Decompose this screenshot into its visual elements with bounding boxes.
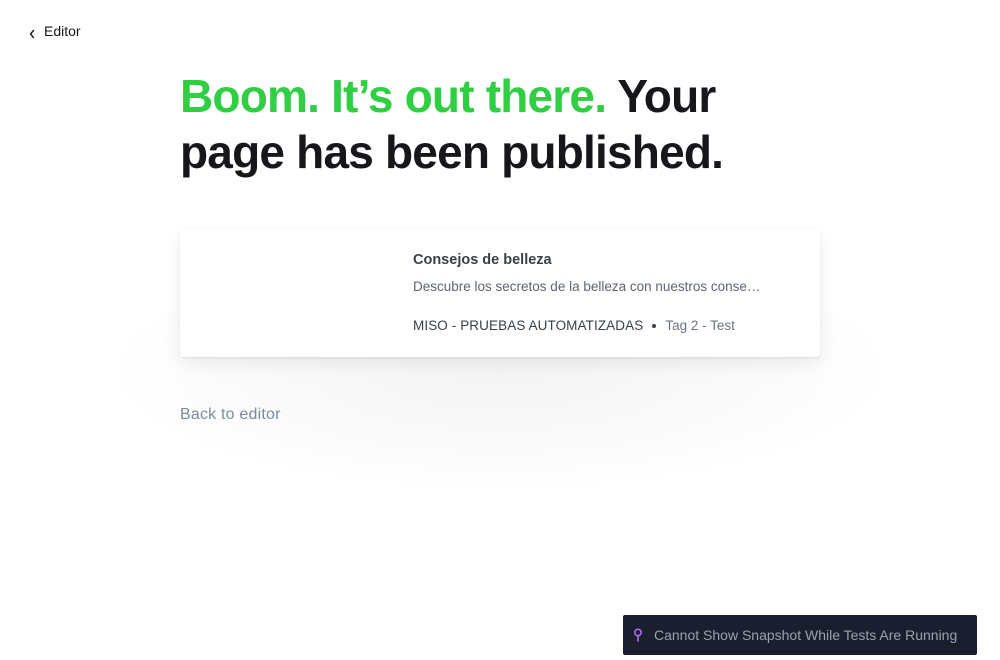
snapshot-notice: Cannot Show Snapshot While Tests Are Run…: [623, 615, 977, 655]
site-name: MISO - PRUEBAS AUTOMATIZADAS: [413, 318, 644, 333]
back-to-editor-nav[interactable]: Editor: [28, 23, 81, 39]
post-excerpt: Descubre los secretos de la belleza con …: [413, 279, 761, 294]
back-nav-label: Editor: [44, 23, 81, 39]
publish-confirmation-page: Editor Boom. It’s out there. Your page h…: [0, 0, 1000, 660]
pin-icon: [633, 628, 643, 642]
page-title: Boom. It’s out there. Your page has been…: [180, 68, 820, 180]
post-meta: MISO - PRUEBAS AUTOMATIZADAS Tag 2 - Tes…: [413, 318, 735, 333]
meta-separator-dot: [652, 323, 657, 328]
post-thumbnail: [180, 230, 395, 357]
headline-highlight: Boom. It’s out there.: [180, 70, 607, 122]
published-post-card[interactable]: Consejos de belleza Descubre los secreto…: [180, 230, 820, 357]
post-tags: Tag 2 - Test: [665, 318, 735, 333]
chevron-left-icon: [28, 26, 36, 39]
post-title: Consejos de belleza: [413, 252, 552, 268]
back-to-editor-link[interactable]: Back to editor: [180, 406, 281, 424]
snapshot-notice-text: Cannot Show Snapshot While Tests Are Run…: [654, 627, 958, 643]
